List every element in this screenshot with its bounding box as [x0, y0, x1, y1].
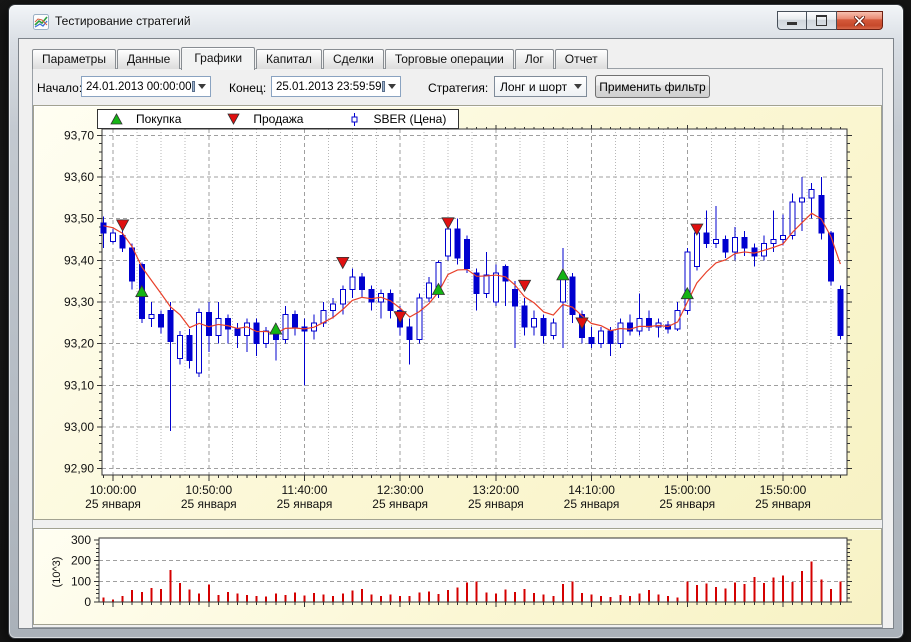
svg-text:93,00: 93,00 [64, 420, 94, 434]
svg-text:25 января: 25 января [85, 497, 141, 511]
svg-text:25 января: 25 января [181, 497, 237, 511]
svg-text:93,60: 93,60 [64, 170, 94, 184]
legend-label: Продажа [253, 112, 303, 126]
svg-text:93,50: 93,50 [64, 212, 94, 226]
svg-text:25 января: 25 января [372, 497, 428, 511]
legend-item: Продажа [227, 112, 303, 126]
tab-Капитал[interactable]: Капитал [256, 49, 322, 69]
maximize-icon [816, 15, 827, 26]
tab-Параметры[interactable]: Параметры [32, 49, 116, 69]
svg-text:25 января: 25 января [277, 497, 333, 511]
svg-text:93,30: 93,30 [64, 295, 94, 309]
svg-text:93,40: 93,40 [64, 253, 94, 267]
volume-chart-panel: 300 200 100 0 (10^3) [33, 528, 882, 625]
tab-Сделки[interactable]: Сделки [323, 49, 384, 69]
tab-page-charts: Начало: 24.01.2013 00:00:00 Конец: 25.01… [32, 68, 883, 628]
tab-Графики[interactable]: Графики [181, 47, 255, 70]
legend-item: SBER (Цена) [349, 112, 446, 127]
start-datetime-picker[interactable]: 24.01.2013 00:00:00 [81, 76, 211, 97]
app-window: Тестирование стратегий ПараметрыДанныеГр… [8, 4, 904, 639]
end-label: Конец: [229, 81, 266, 95]
chart-splitter[interactable] [33, 520, 882, 528]
svg-text:0: 0 [84, 595, 91, 609]
svg-text:15:00:00: 15:00:00 [664, 483, 711, 497]
close-button[interactable] [837, 11, 883, 30]
tab-Торговые операции[interactable]: Торговые операции [385, 49, 514, 69]
svg-text:93,70: 93,70 [64, 128, 94, 142]
svg-text:25 января: 25 января [755, 497, 811, 511]
sell-triangle-icon [227, 113, 240, 125]
svg-text:100: 100 [71, 574, 91, 588]
end-datetime-value: 25.01.2013 23:59:59 [272, 81, 382, 93]
window-controls [777, 11, 883, 30]
svg-text:10:00:00: 10:00:00 [90, 483, 137, 497]
end-datetime-picker[interactable]: 25.01.2013 23:59:59 [271, 76, 401, 97]
chart-legend: Покупка Продажа SBER (Цена) [97, 109, 459, 129]
buy-triangle-icon [110, 113, 123, 125]
svg-text:13:20:00: 13:20:00 [473, 483, 520, 497]
price-chart-panel: 93,70 93,60 93,50 93,40 93,30 93,20 93,10 93,00… [33, 105, 882, 520]
maximize-button[interactable] [807, 11, 837, 30]
svg-text:25 января: 25 января [564, 497, 620, 511]
calendar-icon [382, 81, 385, 92]
svg-text:200: 200 [71, 554, 91, 568]
title-bar[interactable]: Тестирование стратегий [9, 5, 903, 38]
legend-label: Покупка [136, 112, 181, 126]
calendar-icon [192, 81, 195, 92]
chevron-down-icon [198, 84, 206, 89]
svg-text:14:10:00: 14:10:00 [568, 483, 615, 497]
apply-filter-label: Применить фильтр [599, 80, 705, 94]
svg-text:25 января: 25 января [468, 497, 524, 511]
apply-filter-button[interactable]: Применить фильтр [595, 75, 710, 98]
svg-text:92,90: 92,90 [64, 462, 94, 476]
chevron-down-icon [388, 84, 396, 89]
tab-Лог[interactable]: Лог [515, 49, 554, 69]
candle-icon [349, 112, 360, 127]
strategy-select[interactable]: Лонг и шорт [494, 76, 587, 97]
start-datetime-value: 24.01.2013 00:00:00 [82, 81, 192, 93]
svg-text:11:40:00: 11:40:00 [282, 483, 328, 497]
svg-text:10:50:00: 10:50:00 [185, 483, 232, 497]
tab-Отчет[interactable]: Отчет [555, 49, 608, 69]
window-title: Тестирование стратегий [55, 14, 191, 28]
chevron-down-icon [574, 84, 582, 89]
legend-item: Покупка [110, 112, 181, 126]
strategy-label: Стратегия: [428, 81, 488, 95]
svg-text:93,20: 93,20 [64, 337, 94, 351]
legend-label: SBER (Цена) [373, 112, 446, 126]
minimize-button[interactable] [777, 11, 807, 30]
minimize-icon [787, 22, 797, 25]
svg-text:15:50:00: 15:50:00 [760, 483, 807, 497]
client-area: ПараметрыДанныеГрафикиКапиталСделкиТорго… [18, 38, 894, 629]
svg-text:300: 300 [71, 533, 91, 547]
start-label: Начало: [37, 81, 82, 95]
svg-text:93,10: 93,10 [64, 378, 94, 392]
volume-chart-svg: 300 200 100 0 (10^3) [34, 529, 883, 626]
svg-text:25 января: 25 января [659, 497, 715, 511]
strategy-selected-value: Лонг и шорт [495, 80, 574, 94]
close-icon [854, 16, 865, 26]
price-chart-svg: 93,70 93,60 93,50 93,40 93,30 93,20 93,10 93,00… [34, 106, 883, 521]
tab-Данные[interactable]: Данные [117, 49, 180, 69]
tab-strip: ПараметрыДанныеГрафикиКапиталСделкиТорго… [32, 46, 609, 69]
svg-text:12:30:00: 12:30:00 [377, 483, 424, 497]
desktop-backdrop: Тестирование стратегий ПараметрыДанныеГр… [0, 0, 911, 642]
volume-axis-title: (10^3) [51, 557, 63, 588]
app-chart-icon [33, 14, 49, 30]
